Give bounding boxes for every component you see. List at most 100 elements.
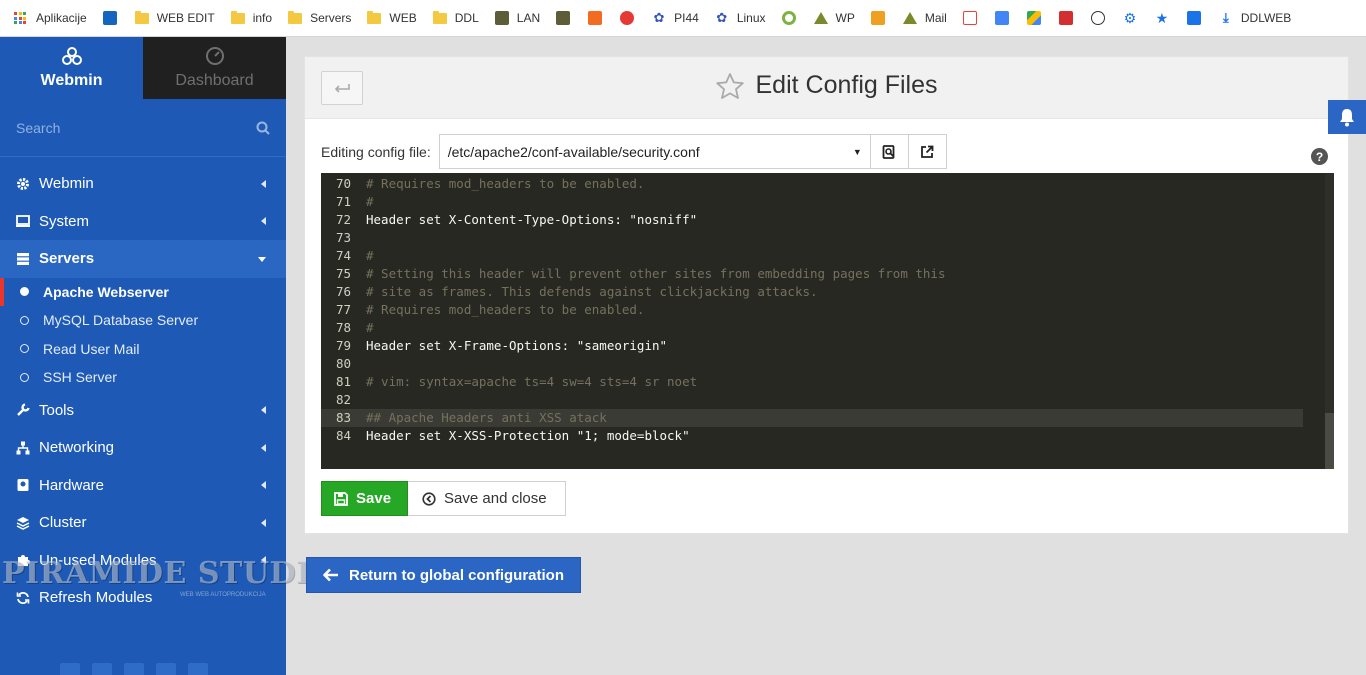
- editor-line[interactable]: 75 # Setting this header will prevent oth…: [321, 265, 946, 283]
- bookmark-drive[interactable]: [1026, 0, 1049, 36]
- bookmark-linux[interactable]: ✿ Linux: [715, 0, 766, 36]
- toolbar-button[interactable]: [156, 663, 176, 675]
- editor-line[interactable]: 81 # vim: syntax=apache ts=4 sw=4 sts=4 s…: [321, 373, 697, 391]
- editor-line[interactable]: 79 Header set X-Frame-Options: "sameorigi…: [321, 337, 667, 355]
- bookmark-aplikacije[interactable]: Aplikacije: [14, 0, 87, 36]
- editor-line[interactable]: 82: [321, 391, 366, 409]
- bookmark-t-logo[interactable]: [620, 0, 642, 36]
- save-and-close-label: Save and close: [444, 490, 547, 507]
- editor-line[interactable]: 76 # site as frames. This defends against…: [321, 283, 818, 301]
- webmin-logo-icon: [61, 46, 82, 66]
- bookmark-star[interactable]: ★: [1155, 0, 1177, 36]
- bookmarks-bar: Aplikacije WEB EDIT info Servers WEB DDL LAN ✿ P…: [0, 0, 1366, 37]
- bookmark-web-edit[interactable]: WEB EDIT: [134, 0, 215, 36]
- bookmark-label: Linux: [736, 11, 766, 25]
- save-label: Save: [356, 490, 392, 507]
- file-label: Editing config file:: [321, 143, 431, 160]
- sidebar-search[interactable]: Search: [0, 99, 286, 157]
- sidebar-item-tools[interactable]: Tools: [0, 392, 286, 430]
- bookmark-gauge[interactable]: [1090, 0, 1113, 36]
- toolbar-button[interactable]: [60, 663, 80, 675]
- gmail-icon: [962, 11, 977, 25]
- line-code: # site as frames. This defends against c…: [366, 284, 818, 299]
- editor-line[interactable]: 73: [321, 229, 366, 247]
- code-editor[interactable]: 70 # Requires mod_headers to be enabled. 7…: [321, 173, 1334, 469]
- bookmark-lan2[interactable]: [556, 0, 578, 36]
- bookmark-calendar[interactable]: [1058, 0, 1081, 36]
- calendar-icon: [1058, 11, 1073, 25]
- network-icon: [16, 441, 30, 455]
- watermark-sub: WEB WEB AUTOPRODUKCIJA: [180, 592, 266, 598]
- editor-line[interactable]: 74 #: [321, 247, 374, 265]
- sidebar-subitem-read-user-mail[interactable]: Read User Mail: [0, 335, 286, 364]
- sidebar-item-hardware[interactable]: Hardware: [0, 467, 286, 505]
- bookmark-green-ring[interactable]: [781, 0, 804, 36]
- line-code: #: [366, 320, 374, 335]
- floppy-icon: [334, 491, 348, 506]
- sidebar-item-un-used-modules[interactable]: Un-used Modules: [0, 542, 286, 580]
- line-number: 70: [335, 176, 351, 191]
- line-code: # Requires mod_headers to be enabled.: [366, 302, 645, 317]
- bookmark-ddlweb[interactable]: ⤓ DDLWEB: [1219, 0, 1291, 36]
- bookmark-ddl[interactable]: DDL: [432, 0, 479, 36]
- bookmark-lan[interactable]: LAN: [494, 0, 540, 36]
- sidebar-menu: Webmin System Servers Apache Webserver MySQL…: [0, 157, 286, 617]
- tab-dashboard[interactable]: Dashboard: [143, 37, 286, 99]
- view-file-button[interactable]: [870, 134, 909, 169]
- editor-line[interactable]: 77 # Requires mod_headers to be enabled.: [321, 301, 645, 319]
- line-number: 80: [335, 356, 351, 371]
- editor-line[interactable]: 83 ## Apache Headers anti XSS atack: [321, 409, 1303, 427]
- bookmark-info[interactable]: info: [230, 0, 272, 36]
- sidebar-item-system[interactable]: System: [0, 203, 286, 241]
- sidebar-subitem-ssh-server[interactable]: SSH Server: [0, 363, 286, 392]
- star-icon[interactable]: [715, 72, 745, 100]
- editor-line[interactable]: 84 Header set X-XSS-Protection "1; mode=b…: [321, 427, 690, 445]
- bookmark-web[interactable]: WEB: [367, 0, 417, 36]
- sidebar-item-servers[interactable]: Servers: [0, 240, 286, 278]
- sidebar-item-label: Refresh Modules: [39, 589, 153, 607]
- sidebar-subitem-apache-webserver[interactable]: Apache Webserver: [0, 277, 286, 307]
- editor-line[interactable]: 70 # Requires mod_headers to be enabled.: [321, 175, 645, 193]
- open-external-button[interactable]: [908, 134, 947, 169]
- line-number: 71: [335, 194, 351, 209]
- editor-line[interactable]: 71 #: [321, 193, 374, 211]
- editor-scroll-thumb[interactable]: [1325, 413, 1334, 469]
- tab-webmin[interactable]: Webmin: [0, 37, 143, 99]
- config-file-select[interactable]: /etc/apache2/conf-available/security.con…: [438, 134, 871, 169]
- bookmark-pi44[interactable]: ✿ PI44: [652, 0, 699, 36]
- return-label: Return to global configuration: [349, 566, 564, 584]
- arrow-left-icon: [323, 568, 338, 582]
- bookmark-gmail[interactable]: [962, 0, 985, 36]
- toolbar-button[interactable]: [188, 663, 208, 675]
- toolbar-button[interactable]: [124, 663, 144, 675]
- bookmark-wp[interactable]: WP: [813, 0, 855, 36]
- save-button[interactable]: Save: [321, 481, 409, 516]
- bookmark-orange-x[interactable]: [588, 0, 610, 36]
- bookmark-translate[interactable]: [994, 0, 1017, 36]
- bookmark-pma[interactable]: [870, 0, 893, 36]
- bookmark-servers[interactable]: Servers: [288, 0, 351, 36]
- bookmark-puzzle[interactable]: [1186, 0, 1209, 36]
- editor-line[interactable]: 78 #: [321, 319, 374, 337]
- editor-line[interactable]: 80: [321, 355, 366, 373]
- sidebar-subitem-label: SSH Server: [43, 369, 117, 386]
- tab-dashboard-label: Dashboard: [175, 72, 254, 89]
- sidebar-item-cluster[interactable]: Cluster: [0, 504, 286, 542]
- notifications-button[interactable]: [1328, 100, 1366, 134]
- sidebar-item-webmin[interactable]: Webmin: [0, 165, 286, 203]
- bookmark-gear[interactable]: ⚙: [1123, 0, 1145, 36]
- bookmark-radio[interactable]: [102, 0, 125, 36]
- save-and-close-button[interactable]: Save and close: [408, 481, 566, 516]
- bookmark-mail[interactable]: Mail: [902, 0, 947, 36]
- toolbar-button[interactable]: [92, 663, 112, 675]
- sidebar-item-networking[interactable]: Networking: [0, 429, 286, 467]
- apps-grid-icon: [14, 12, 26, 24]
- caret-icon: [261, 217, 266, 226]
- editor-line[interactable]: 72 Header set X-Content-Type-Options: "no…: [321, 211, 697, 229]
- line-code: Header set X-Frame-Options: "sameorigin": [366, 338, 668, 353]
- line-code: # vim: syntax=apache ts=4 sw=4 sts=4 sr …: [366, 374, 698, 389]
- sidebar-subitem-mysql-database-server[interactable]: MySQL Database Server: [0, 306, 286, 335]
- help-icon[interactable]: ?: [1311, 148, 1328, 165]
- translate-icon: [994, 11, 1009, 25]
- return-global-config-button[interactable]: Return to global configuration: [306, 557, 581, 593]
